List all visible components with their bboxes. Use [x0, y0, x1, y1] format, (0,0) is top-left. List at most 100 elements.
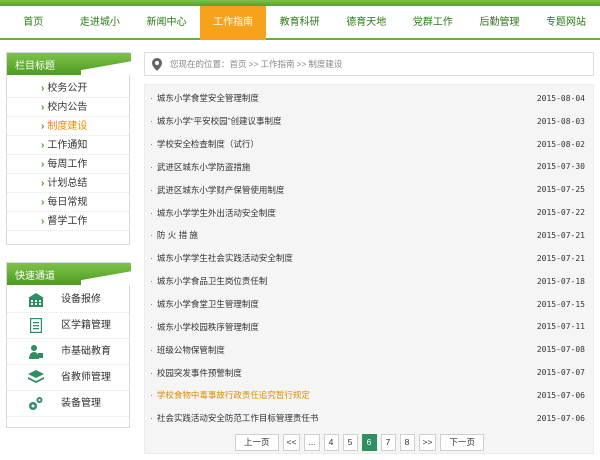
article-title-cell: · 学校安全检查制度（试行）	[150, 138, 259, 150]
quick-link-label: 市基础教育	[61, 345, 111, 357]
nav-item[interactable]: 新闻中心	[133, 6, 200, 40]
nav-item[interactable]: 工作指南	[199, 6, 267, 40]
article-title[interactable]: 社会实践活动安全防范工作目标管理责任书	[157, 413, 319, 423]
article-title[interactable]: 城东小学学生外出活动安全制度	[157, 208, 276, 218]
category-link[interactable]: › 校务公开	[7, 79, 129, 98]
chevron-right-icon: ›	[41, 140, 45, 151]
pagination: 上一页 <<... 4 5 6 7 8 >> 下一页	[235, 434, 484, 452]
next-page-button[interactable]: 下一页	[440, 434, 484, 451]
quick-link[interactable]: 省教师管理	[7, 365, 129, 391]
article-row[interactable]: · 校园突发事件预警制度 2015-07-07	[145, 361, 595, 384]
chevron-right-icon: ›	[41, 102, 45, 113]
chevron-right-icon: ›	[41, 83, 45, 94]
article-title[interactable]: 城东小学“平安校园”创建议事制度	[157, 116, 282, 126]
article-panel: · 城东小学食堂安全管理制度 2015-08-04 · 城东小学“平安校园”创建议事制度…	[144, 84, 594, 454]
quick-link[interactable]: 市基础教育	[7, 339, 129, 365]
category-label: 工作通知	[47, 140, 88, 151]
article-title[interactable]: 城东小学食堂安全管理制度	[157, 93, 259, 103]
page-number-button[interactable]: 4	[323, 434, 339, 451]
bullet-icon: ·	[150, 344, 153, 355]
article-date: 2015-07-30	[536, 162, 585, 172]
article-title[interactable]: 学校食物中毒事故行政责任追究暂行规定	[157, 390, 310, 400]
main-navigation: 首页 走进城小 新闻中心 工作指南 教育科研 德育天地 党群工作 后勤管理 专题网站	[0, 6, 600, 40]
category-link[interactable]: › 校内公告	[7, 98, 129, 117]
category-panel-title: 栏目标题	[15, 61, 55, 72]
nav-item[interactable]: 党群工作	[400, 6, 467, 40]
breadcrumb-separator: >>	[248, 59, 259, 69]
article-title[interactable]: 班级公物保管制度	[157, 345, 225, 355]
category-label: 校务公开	[47, 83, 88, 94]
article-row[interactable]: · 防 火 措 施 2015-07-21	[145, 224, 595, 247]
article-title[interactable]: 武进区城东小学防盗措施	[157, 162, 251, 172]
article-row[interactable]: · 城东小学食堂卫生管理制度 2015-07-15	[145, 293, 595, 316]
breadcrumb-separator: >>	[296, 59, 307, 69]
breadcrumb-link[interactable]: 首页	[230, 59, 247, 69]
category-link[interactable]: › 工作通知	[7, 136, 129, 155]
ellipsis-button[interactable]: ...	[304, 434, 320, 451]
article-date: 2015-07-07	[536, 368, 585, 378]
article-row[interactable]: · 班级公物保管制度 2015-07-08	[145, 338, 595, 361]
bullet-icon: ·	[150, 390, 153, 401]
category-panel: 栏目标题 › 校务公开 › 校内公告 › 制度建设 › 工作通知 › 每周工作 › 计划总结 › 每日常规…	[6, 52, 131, 245]
teacher-icon	[27, 343, 45, 361]
article-row[interactable]: · 城东小学食堂安全管理制度 2015-08-04	[145, 87, 595, 110]
article-title-cell: · 防 火 措 施	[150, 229, 198, 241]
quick-link[interactable]: 装备管理	[7, 391, 129, 417]
article-date: 2015-07-18	[536, 276, 585, 286]
article-row[interactable]: · 城东小学食品卫生岗位责任制 2015-07-18	[145, 270, 595, 293]
article-title-cell: · 城东小学食堂安全管理制度	[150, 92, 259, 104]
category-link[interactable]: › 督学工作	[7, 212, 129, 231]
article-title-cell: · 班级公物保管制度	[150, 344, 225, 356]
category-link[interactable]: › 制度建设	[7, 117, 129, 136]
article-title[interactable]: 城东小学校园秩序管理制度	[157, 322, 259, 332]
quick-links-list: 设备报修 区学籍管理市基础教育省教师管理 装备管理	[7, 285, 129, 423]
article-row[interactable]: · 武进区城东小学财产保管使用制度 2015-07-25	[145, 178, 595, 201]
category-link[interactable]: › 计划总结	[7, 174, 129, 193]
page-number-button[interactable]: 8	[399, 434, 415, 451]
article-title[interactable]: 武进区城东小学财产保管使用制度	[157, 185, 285, 195]
nav-item[interactable]: 教育科研	[266, 6, 333, 40]
nav-item[interactable]: 德育天地	[333, 6, 400, 40]
bullet-icon: ·	[150, 253, 153, 264]
nav-item[interactable]: 走进城小	[67, 6, 134, 40]
article-row[interactable]: · 社会实践活动安全防范工作目标管理责任书 2015-07-06	[145, 407, 595, 430]
prev-page-button[interactable]: 上一页	[235, 434, 279, 451]
article-row[interactable]: · 学校安全检查制度（试行） 2015-08-02	[145, 133, 595, 156]
category-panel-header: 栏目标题	[7, 53, 131, 75]
next-group-button[interactable]: >>	[418, 434, 437, 451]
bullet-icon: ·	[150, 116, 153, 127]
article-title-cell: · 城东小学学生外出活动安全制度	[150, 207, 276, 219]
prev-group-button[interactable]: <<	[282, 434, 301, 451]
breadcrumb-prefix: 您现在的位置：	[170, 59, 230, 69]
article-row[interactable]: · 城东小学“平安校园”创建议事制度 2015-08-03	[145, 110, 595, 133]
article-title[interactable]: 城东小学食品卫生岗位责任制	[157, 276, 268, 286]
article-date: 2015-07-15	[536, 299, 585, 309]
bullet-icon: ·	[150, 93, 153, 104]
article-row[interactable]: · 武进区城东小学防盗措施 2015-07-30	[145, 156, 595, 179]
page-number-button[interactable]: 5	[342, 434, 358, 451]
breadcrumb-trail: 首页 >> 工作指南 >> 制度建设	[230, 58, 343, 70]
quick-link[interactable]: 设备报修	[7, 287, 129, 313]
nav-item[interactable]: 首页	[0, 6, 67, 40]
article-title[interactable]: 防 火 措 施	[157, 230, 198, 240]
page-number-button[interactable]: 6	[361, 434, 377, 451]
category-label: 每周工作	[47, 159, 88, 170]
article-title[interactable]: 学校安全检查制度（试行）	[157, 139, 259, 149]
article-row[interactable]: · 城东小学学生外出活动安全制度 2015-07-22	[145, 201, 595, 224]
chevron-right-icon: ›	[41, 178, 45, 189]
category-link[interactable]: › 每日常规	[7, 193, 129, 212]
article-title[interactable]: 城东小学食堂卫生管理制度	[157, 299, 259, 309]
breadcrumb-link[interactable]: 工作指南	[260, 59, 294, 69]
category-link[interactable]: › 每周工作	[7, 155, 129, 174]
nav-item[interactable]: 后勤管理	[466, 6, 533, 40]
article-title[interactable]: 城东小学学生社会实践活动安全制度	[157, 253, 293, 263]
quick-links-panel: 快速通道 设备报修 区学籍管理 市基础教育 省教师管理 装备管理	[6, 262, 131, 428]
quick-link[interactable]: 区学籍管理	[7, 313, 129, 339]
nav-item[interactable]: 专题网站	[533, 6, 600, 40]
article-row[interactable]: · 城东小学校园秩序管理制度 2015-07-11	[145, 315, 595, 338]
article-row[interactable]: · 城东小学学生社会实践活动安全制度 2015-07-21	[145, 247, 595, 270]
article-row[interactable]: · 学校食物中毒事故行政责任追究暂行规定 2015-07-06	[145, 384, 595, 407]
article-date: 2015-07-08	[536, 345, 585, 355]
page-number-button[interactable]: 7	[380, 434, 396, 451]
article-title[interactable]: 校园突发事件预警制度	[157, 368, 242, 378]
